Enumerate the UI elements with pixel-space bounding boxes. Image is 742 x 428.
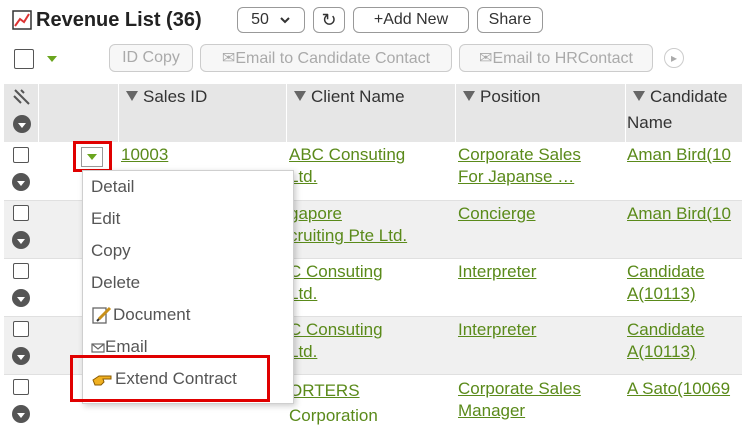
menu-item-detail[interactable]: Detail [91, 177, 134, 197]
row-menu-icon[interactable] [12, 289, 30, 307]
row-checkbox[interactable] [13, 379, 29, 395]
highlight-box-extend-contract [70, 355, 270, 402]
per-page-select[interactable]: 50 [237, 7, 305, 33]
row-menu-icon[interactable] [12, 173, 30, 191]
position-link[interactable]: Corporate Sales [458, 144, 581, 166]
row-checkbox[interactable] [13, 147, 29, 163]
page-title: Revenue List (36) [36, 8, 202, 31]
menu-item-copy[interactable]: Copy [91, 241, 131, 261]
candidate-link[interactable]: Aman Bird(10 [627, 203, 731, 225]
column-position[interactable]: Position [463, 87, 540, 107]
client-name-link-line2[interactable]: cruiting Pte Ltd. [289, 225, 407, 247]
per-page-value: 50 [251, 11, 269, 28]
candidate-link[interactable]: Candidate [627, 261, 705, 283]
email-hr-button[interactable]: ✉Email to HRContact [459, 44, 653, 72]
client-name-link[interactable]: C Consuting [289, 261, 383, 283]
refresh-button[interactable]: ↻ [313, 7, 345, 33]
select-menu-icon[interactable] [47, 56, 57, 62]
position-link-line2[interactable]: Manager [458, 400, 525, 422]
document-edit-icon [92, 306, 112, 324]
chart-icon [12, 10, 32, 30]
highlight-box-dropdown [73, 141, 112, 172]
candidate-link-line2[interactable]: A(10113) [627, 341, 696, 363]
email-candidate-button[interactable]: ✉Email to Candidate Contact [200, 44, 452, 72]
menu-item-edit[interactable]: Edit [91, 209, 120, 229]
position-link[interactable]: Interpreter [458, 319, 536, 341]
candidate-link[interactable]: Candidate [627, 319, 705, 341]
column-candidate[interactable]: Candidate [633, 87, 728, 107]
client-name-link[interactable]: gapore [289, 203, 342, 225]
header-circle-menu-icon[interactable] [13, 115, 31, 133]
column-candidate-name-line2: Name [627, 113, 673, 132]
client-name-line2[interactable]: Corporation [289, 405, 378, 427]
position-link[interactable]: Interpreter [458, 261, 536, 283]
share-button[interactable]: Share [477, 7, 543, 33]
position-link-line2[interactable]: For Japanse … [458, 166, 574, 188]
position-link[interactable]: Concierge [458, 203, 536, 225]
sort-down-icon [294, 91, 306, 101]
envelope-icon [91, 343, 105, 353]
candidate-link-line2[interactable]: A(10113) [627, 283, 696, 305]
refresh-icon: ↻ [321, 9, 337, 30]
candidate-link[interactable]: Aman Bird(10 [627, 144, 731, 166]
menu-item-email[interactable]: Email [91, 337, 148, 357]
sales-id-link[interactable]: 10003 [121, 144, 168, 166]
column-sales-id[interactable]: Sales ID [126, 87, 207, 107]
row-menu-icon[interactable] [12, 405, 30, 423]
id-copy-button[interactable]: ID Copy [109, 44, 193, 72]
menu-item-document[interactable]: Document [91, 305, 190, 325]
row-checkbox[interactable] [13, 263, 29, 279]
chevron-down-icon [280, 17, 290, 24]
row-checkbox[interactable] [13, 205, 29, 221]
sort-down-icon [463, 91, 475, 101]
position-link[interactable]: Corporate Sales [458, 378, 581, 400]
sort-down-icon [633, 91, 645, 101]
column-client-name[interactable]: Client Name [294, 87, 405, 107]
select-all-checkbox[interactable] [14, 49, 34, 69]
column-settings-icon[interactable] [12, 88, 32, 106]
next-arrow-icon[interactable]: ▸ [664, 48, 684, 68]
client-name-link[interactable]: C Consuting [289, 319, 383, 341]
candidate-link[interactable]: A Sato(10069 [627, 378, 730, 400]
row-menu-icon[interactable] [12, 347, 30, 365]
client-name-link[interactable]: ABC Consuting [289, 144, 405, 166]
row-menu-icon[interactable] [12, 231, 30, 249]
row-checkbox[interactable] [13, 321, 29, 337]
add-new-button[interactable]: +Add New [353, 7, 469, 33]
client-name-link[interactable]: ORTERS [289, 380, 360, 402]
menu-item-delete[interactable]: Delete [91, 273, 140, 293]
list-title-area: Revenue List (36) [12, 6, 202, 34]
sort-down-icon [126, 91, 138, 101]
